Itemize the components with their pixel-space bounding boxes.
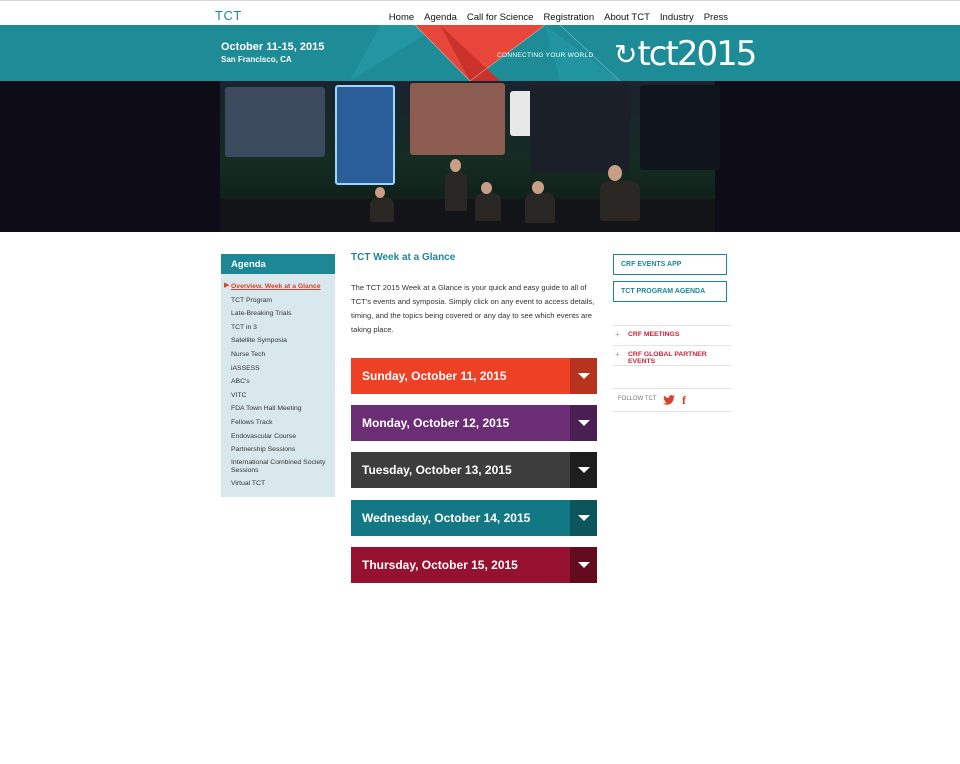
nav-call-for-science[interactable]: Call for Science xyxy=(467,12,534,23)
twitter-icon[interactable] xyxy=(663,395,675,405)
stage-screen xyxy=(640,85,720,170)
brand-text: tct2015 xyxy=(637,34,757,74)
follow-section: FOLLOW TCT f xyxy=(613,388,731,412)
agenda-sidebar: Agenda Overview. Week at a Glance TCT Pr… xyxy=(221,254,335,497)
sidebar-item-tct-program[interactable]: TCT Program xyxy=(231,294,335,308)
banner-tagline: CONNECTING YOUR WORLD xyxy=(497,52,594,59)
banner-graphic xyxy=(350,25,621,81)
sidebar-item-iassess[interactable]: iASSESS xyxy=(231,362,335,376)
panelist-head xyxy=(375,187,385,198)
stage-screen xyxy=(410,83,505,155)
panelist xyxy=(475,193,501,221)
top-bar: TCT Home Agenda Call for Science Registr… xyxy=(0,0,960,25)
sidebar-item-late-breaking-trials[interactable]: Late-Breaking Trials xyxy=(231,307,335,321)
sidebar-item-tct-in-3[interactable]: TCT in 3 xyxy=(231,321,335,335)
tct-logo[interactable]: TCT xyxy=(215,8,242,23)
panelist xyxy=(600,181,640,221)
chevron-down-icon[interactable] xyxy=(570,405,597,441)
nav-agenda[interactable]: Agenda xyxy=(424,12,457,23)
hero-photo xyxy=(0,81,960,232)
sidebar-item-overview[interactable]: Overview. Week at a Glance xyxy=(231,280,335,294)
sidebar-title: Agenda xyxy=(221,254,335,274)
nav-registration[interactable]: Registration xyxy=(543,12,594,23)
day-label: Wednesday, October 14, 2015 xyxy=(362,511,531,525)
crf-global-partner-events-label: CRF GLOBAL PARTNER EVENTS xyxy=(628,351,707,365)
speaker xyxy=(445,171,467,211)
nav-press[interactable]: Press xyxy=(704,12,728,23)
sidebar-item-abcs[interactable]: ABC's xyxy=(231,375,335,389)
active-arrow-icon: ▶ xyxy=(224,282,230,289)
banner-location: San Francisco, CA xyxy=(221,55,292,64)
panelist-head xyxy=(481,182,492,194)
panelist xyxy=(370,197,394,222)
day-monday[interactable]: Monday, October 12, 2015 xyxy=(351,405,597,441)
day-tuesday[interactable]: Tuesday, October 13, 2015 xyxy=(351,452,597,488)
sidebar-item-fda-town-hall[interactable]: FDA Town Hall Meeting xyxy=(231,402,335,416)
facebook-icon[interactable]: f xyxy=(682,393,686,408)
sidebar-item-partnership-sessions[interactable]: Partnership Sessions xyxy=(231,443,335,457)
stage-screen xyxy=(530,85,630,173)
sidebar-item-vitc[interactable]: VITC xyxy=(231,389,335,403)
nav-home[interactable]: Home xyxy=(389,12,414,23)
day-sunday[interactable]: Sunday, October 11, 2015 xyxy=(351,358,597,394)
nav-industry[interactable]: Industry xyxy=(660,12,694,23)
day-label: Monday, October 12, 2015 xyxy=(362,416,510,430)
follow-label: FOLLOW TCT xyxy=(618,396,657,402)
day-label: Thursday, October 15, 2015 xyxy=(362,558,518,572)
event-banner: October 11-15, 2015 San Francisco, CA CO… xyxy=(0,25,960,81)
plus-icon: + xyxy=(615,330,620,339)
stage-screen xyxy=(335,85,395,185)
crf-meetings-link[interactable]: + CRF MEETINGS xyxy=(613,326,731,346)
nav-about-tct[interactable]: About TCT xyxy=(604,12,650,23)
crf-events-app-button[interactable]: CRF EVENTS APP xyxy=(613,254,727,275)
sidebar-menu: Overview. Week at a Glance TCT Program L… xyxy=(221,274,335,490)
panelist xyxy=(525,193,555,223)
day-thursday[interactable]: Thursday, October 15, 2015 xyxy=(351,547,597,583)
top-nav: Home Agenda Call for Science Registratio… xyxy=(389,12,728,23)
crf-meetings-label: CRF MEETINGS xyxy=(628,331,680,338)
chevron-down-icon[interactable] xyxy=(570,452,597,488)
sidebar-item-nurse-tech[interactable]: Nurse Tech xyxy=(231,348,335,362)
sidebar-item-virtual-tct[interactable]: Virtual TCT xyxy=(231,477,335,491)
sidebar-item-satellite-symposia[interactable]: Satellite Symposia xyxy=(231,334,335,348)
chevron-down-icon[interactable] xyxy=(570,358,597,394)
stage-screen xyxy=(225,87,325,157)
panel-desk xyxy=(220,199,715,232)
page-title: TCT Week at a Glance xyxy=(351,252,456,263)
day-label: Tuesday, October 13, 2015 xyxy=(362,463,512,477)
tct-program-agenda-button[interactable]: TCT PROGRAM AGENDA xyxy=(613,281,727,302)
banner-dates: October 11-15, 2015 xyxy=(221,41,325,53)
panelist-head xyxy=(608,165,622,181)
chevron-down-icon[interactable] xyxy=(570,547,597,583)
panelist-head xyxy=(532,181,544,194)
sidebar-item-international-combined[interactable]: International Combined Society Sessions xyxy=(231,457,327,477)
chevron-down-icon[interactable] xyxy=(570,500,597,536)
plus-icon: + xyxy=(615,350,620,359)
day-label: Sunday, October 11, 2015 xyxy=(362,369,507,383)
swirl-icon: ↻ xyxy=(614,37,638,71)
tct2015-logo: ↻ tct2015 xyxy=(614,34,757,74)
day-wednesday[interactable]: Wednesday, October 14, 2015 xyxy=(351,500,597,536)
intro-text: The TCT 2015 Week at a Glance is your qu… xyxy=(351,283,595,334)
speaker-head xyxy=(450,159,461,172)
sidebar-item-fellows-track[interactable]: Fellows Track xyxy=(231,416,335,430)
crf-global-partner-events-link[interactable]: + CRF GLOBAL PARTNER EVENTS xyxy=(613,346,731,366)
sidebar-item-endovascular-course[interactable]: Endovascular Course xyxy=(231,430,335,444)
conference-stage-image xyxy=(220,81,720,232)
